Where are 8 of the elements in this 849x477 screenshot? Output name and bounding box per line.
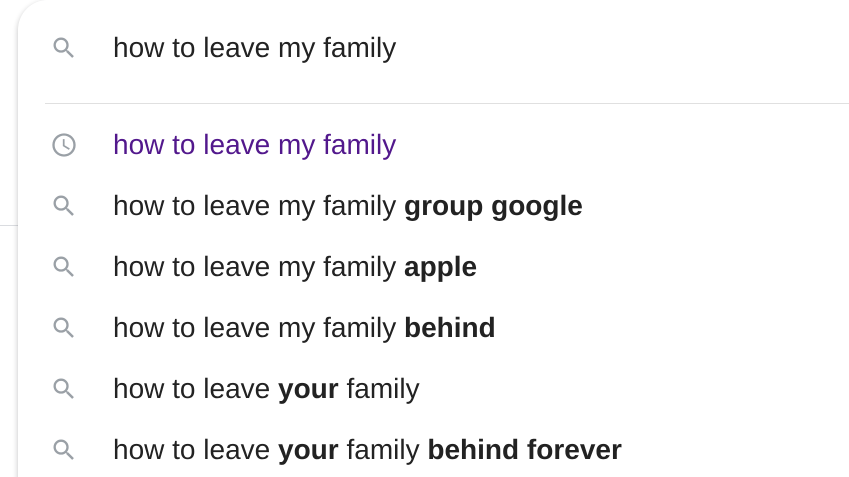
suggestion-item[interactable]: how to leave my family apple — [18, 236, 849, 297]
suggestion-item[interactable]: how to leave my family group google — [18, 175, 849, 236]
suggestion-item[interactable]: how to leave my family — [18, 114, 849, 175]
clock-icon — [50, 130, 78, 158]
suggestion-item[interactable]: how to leave my family behind — [18, 297, 849, 358]
suggestion-item[interactable]: how to leave your family — [18, 358, 849, 419]
search-field[interactable]: how to leave my family — [113, 32, 713, 64]
suggestion-item[interactable]: how to leave your family behind forever — [18, 419, 849, 477]
